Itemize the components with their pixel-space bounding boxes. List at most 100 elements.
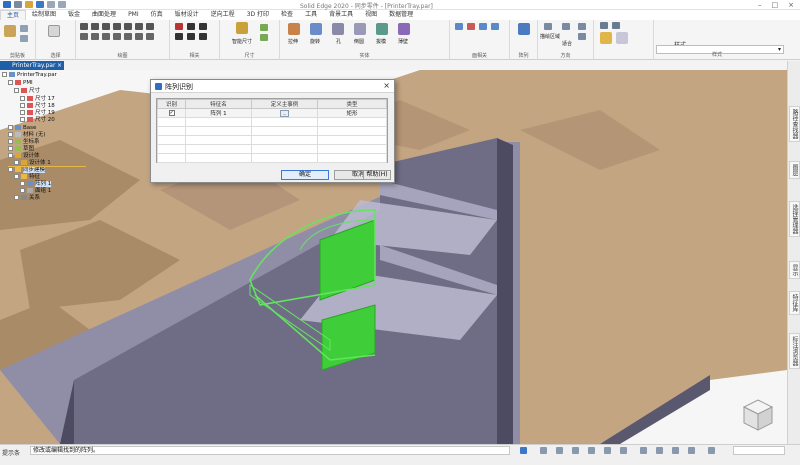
tree-item-pattern[interactable]: 阵列 1	[20, 181, 52, 188]
column-header-type[interactable]: 类型	[317, 99, 387, 109]
zoom-in-icon[interactable]	[540, 447, 547, 454]
help-button[interactable]: 帮助(H)	[363, 170, 391, 180]
column-header-recognize[interactable]: 识别	[157, 99, 186, 109]
tree-item-relationships[interactable]: 关系	[14, 195, 40, 202]
horizontal-vertical-icon[interactable]	[187, 23, 195, 30]
line-icon[interactable]	[80, 23, 88, 30]
dialog-title-bar[interactable]: 阵列识别 ×	[151, 80, 394, 93]
offset-icon[interactable]	[102, 33, 110, 40]
close-button[interactable]: ×	[788, 1, 794, 9]
tangent-icon[interactable]	[175, 33, 183, 40]
copy-icon[interactable]	[20, 35, 28, 42]
define-master-button[interactable]: ...	[280, 109, 289, 117]
tree-item-dimension[interactable]: 尺寸 17	[20, 96, 55, 103]
symmetric-icon[interactable]	[199, 33, 207, 40]
pan-view-icon[interactable]	[588, 447, 595, 454]
ok-button[interactable]: 确定	[281, 170, 329, 180]
parallel-icon[interactable]	[199, 23, 207, 30]
display-icon[interactable]	[600, 22, 608, 29]
fit-icon[interactable]	[562, 23, 570, 30]
open-icon[interactable]	[25, 1, 33, 8]
save-icon[interactable]	[36, 1, 44, 8]
scale-icon[interactable]	[146, 33, 154, 40]
zoom-icon[interactable]	[578, 23, 586, 30]
pattern-icon[interactable]	[518, 23, 530, 35]
angle-icon[interactable]	[260, 34, 268, 41]
rotate-view-icon[interactable]	[604, 447, 611, 454]
distance-icon[interactable]	[260, 24, 268, 31]
fit-view-icon[interactable]	[572, 447, 579, 454]
tree-item-root[interactable]: PrinterTray.par	[2, 72, 57, 79]
tab-sheet-metal[interactable]: 钣金	[62, 10, 86, 20]
cut-icon[interactable]	[20, 25, 28, 32]
view-style-icon[interactable]	[616, 32, 628, 44]
document-tab[interactable]: PrinterTray.par	[0, 61, 64, 70]
tree-item-coordinate-systems[interactable]: 坐标系	[8, 139, 40, 146]
move-icon[interactable]	[124, 33, 132, 40]
minimize-button[interactable]: –	[758, 1, 762, 9]
display-mode-icon[interactable]	[672, 447, 679, 454]
sketch-view-icon[interactable]	[620, 447, 627, 454]
thin-wall-icon[interactable]	[398, 23, 410, 35]
hole-icon[interactable]	[332, 23, 344, 35]
pan-icon[interactable]	[578, 33, 586, 40]
extend-icon[interactable]	[91, 33, 99, 40]
tree-item-features[interactable]: 特征	[14, 174, 40, 181]
tree-item-face-set[interactable]: 面组 1	[20, 188, 51, 195]
tab-data-management[interactable]: 数据管理	[383, 10, 419, 20]
tree-item-dimension[interactable]: 尺寸 18	[20, 103, 55, 110]
tab-sketch[interactable]: 绘制草图	[26, 10, 62, 20]
tree-item-dimension[interactable]: 尺寸 19	[20, 110, 55, 117]
draft-icon[interactable]	[376, 23, 388, 35]
command-finder-input[interactable]	[733, 446, 785, 455]
polygon-icon[interactable]	[124, 23, 132, 30]
tree-item-dimensions[interactable]: 尺寸	[14, 88, 40, 95]
view-orientation-icon[interactable]	[640, 447, 647, 454]
shaded-view-icon[interactable]	[600, 32, 612, 44]
zoom-out-icon[interactable]	[556, 447, 563, 454]
tab-simulation[interactable]: 仿真	[145, 10, 169, 20]
tree-item-base[interactable]: Base	[8, 125, 36, 132]
side-tab-pathfinder[interactable]: 路径查找器	[789, 106, 800, 142]
tab-reverse-engineering[interactable]: 逆向工程	[205, 10, 241, 20]
side-tab-feature-library[interactable]: 特征库	[789, 291, 800, 315]
maximize-button[interactable]: □	[772, 1, 779, 9]
tab-home[interactable]: 主页	[0, 10, 27, 20]
settings-icon[interactable]	[708, 447, 715, 454]
define-master-cell[interactable]: ...	[251, 108, 318, 118]
delete-face-icon[interactable]	[467, 23, 475, 30]
fillet-icon[interactable]	[135, 23, 143, 30]
tree-item-dimension[interactable]: 尺寸 20	[20, 117, 55, 124]
section-icon[interactable]	[612, 22, 620, 29]
tab-surfacing[interactable]: 曲面处理	[86, 10, 122, 20]
tree-item-synchronous[interactable]: 同步建模	[8, 167, 46, 174]
trim-icon[interactable]	[80, 33, 88, 40]
dialog-close-icon[interactable]: ×	[383, 81, 390, 90]
select-arrow-icon[interactable]	[48, 25, 60, 37]
zoom-area-icon[interactable]	[544, 23, 552, 30]
tab-background-tools[interactable]: 背景工具	[323, 10, 359, 20]
tab-3d-print[interactable]: 3D 打印	[241, 10, 275, 20]
revolve-icon[interactable]	[310, 23, 322, 35]
rotate-icon[interactable]	[135, 33, 143, 40]
paste-icon[interactable]	[4, 25, 16, 37]
tree-item-material[interactable]: 材料 (无)	[8, 132, 46, 139]
mirror-icon[interactable]	[113, 33, 121, 40]
smart-dimension-label[interactable]: 智能尺寸	[232, 38, 252, 45]
tab-generative-design[interactable]: 钣材设计	[169, 10, 205, 20]
extrude-icon[interactable]	[288, 23, 300, 35]
side-tab-select-manager[interactable]: 选择管理器	[789, 201, 800, 237]
replace-face-icon[interactable]	[491, 23, 499, 30]
shading-icon[interactable]	[656, 447, 663, 454]
tree-item-design-body[interactable]: 设计体	[8, 153, 40, 160]
tab-tools[interactable]: 工具	[299, 10, 323, 20]
new-icon[interactable]	[14, 1, 22, 8]
column-header-define-master[interactable]: 定义主事例	[251, 99, 318, 109]
feature-name-cell[interactable]: 阵列 1	[185, 108, 252, 118]
side-tab-annotation-browser[interactable]: 标注浏览器	[789, 333, 800, 369]
arc-icon[interactable]	[91, 23, 99, 30]
equal-icon[interactable]	[187, 33, 195, 40]
undo-icon[interactable]	[47, 1, 55, 8]
table-row[interactable]: ✓ 阵列 1 ... 矩形	[157, 108, 387, 118]
round-icon[interactable]	[354, 23, 366, 35]
